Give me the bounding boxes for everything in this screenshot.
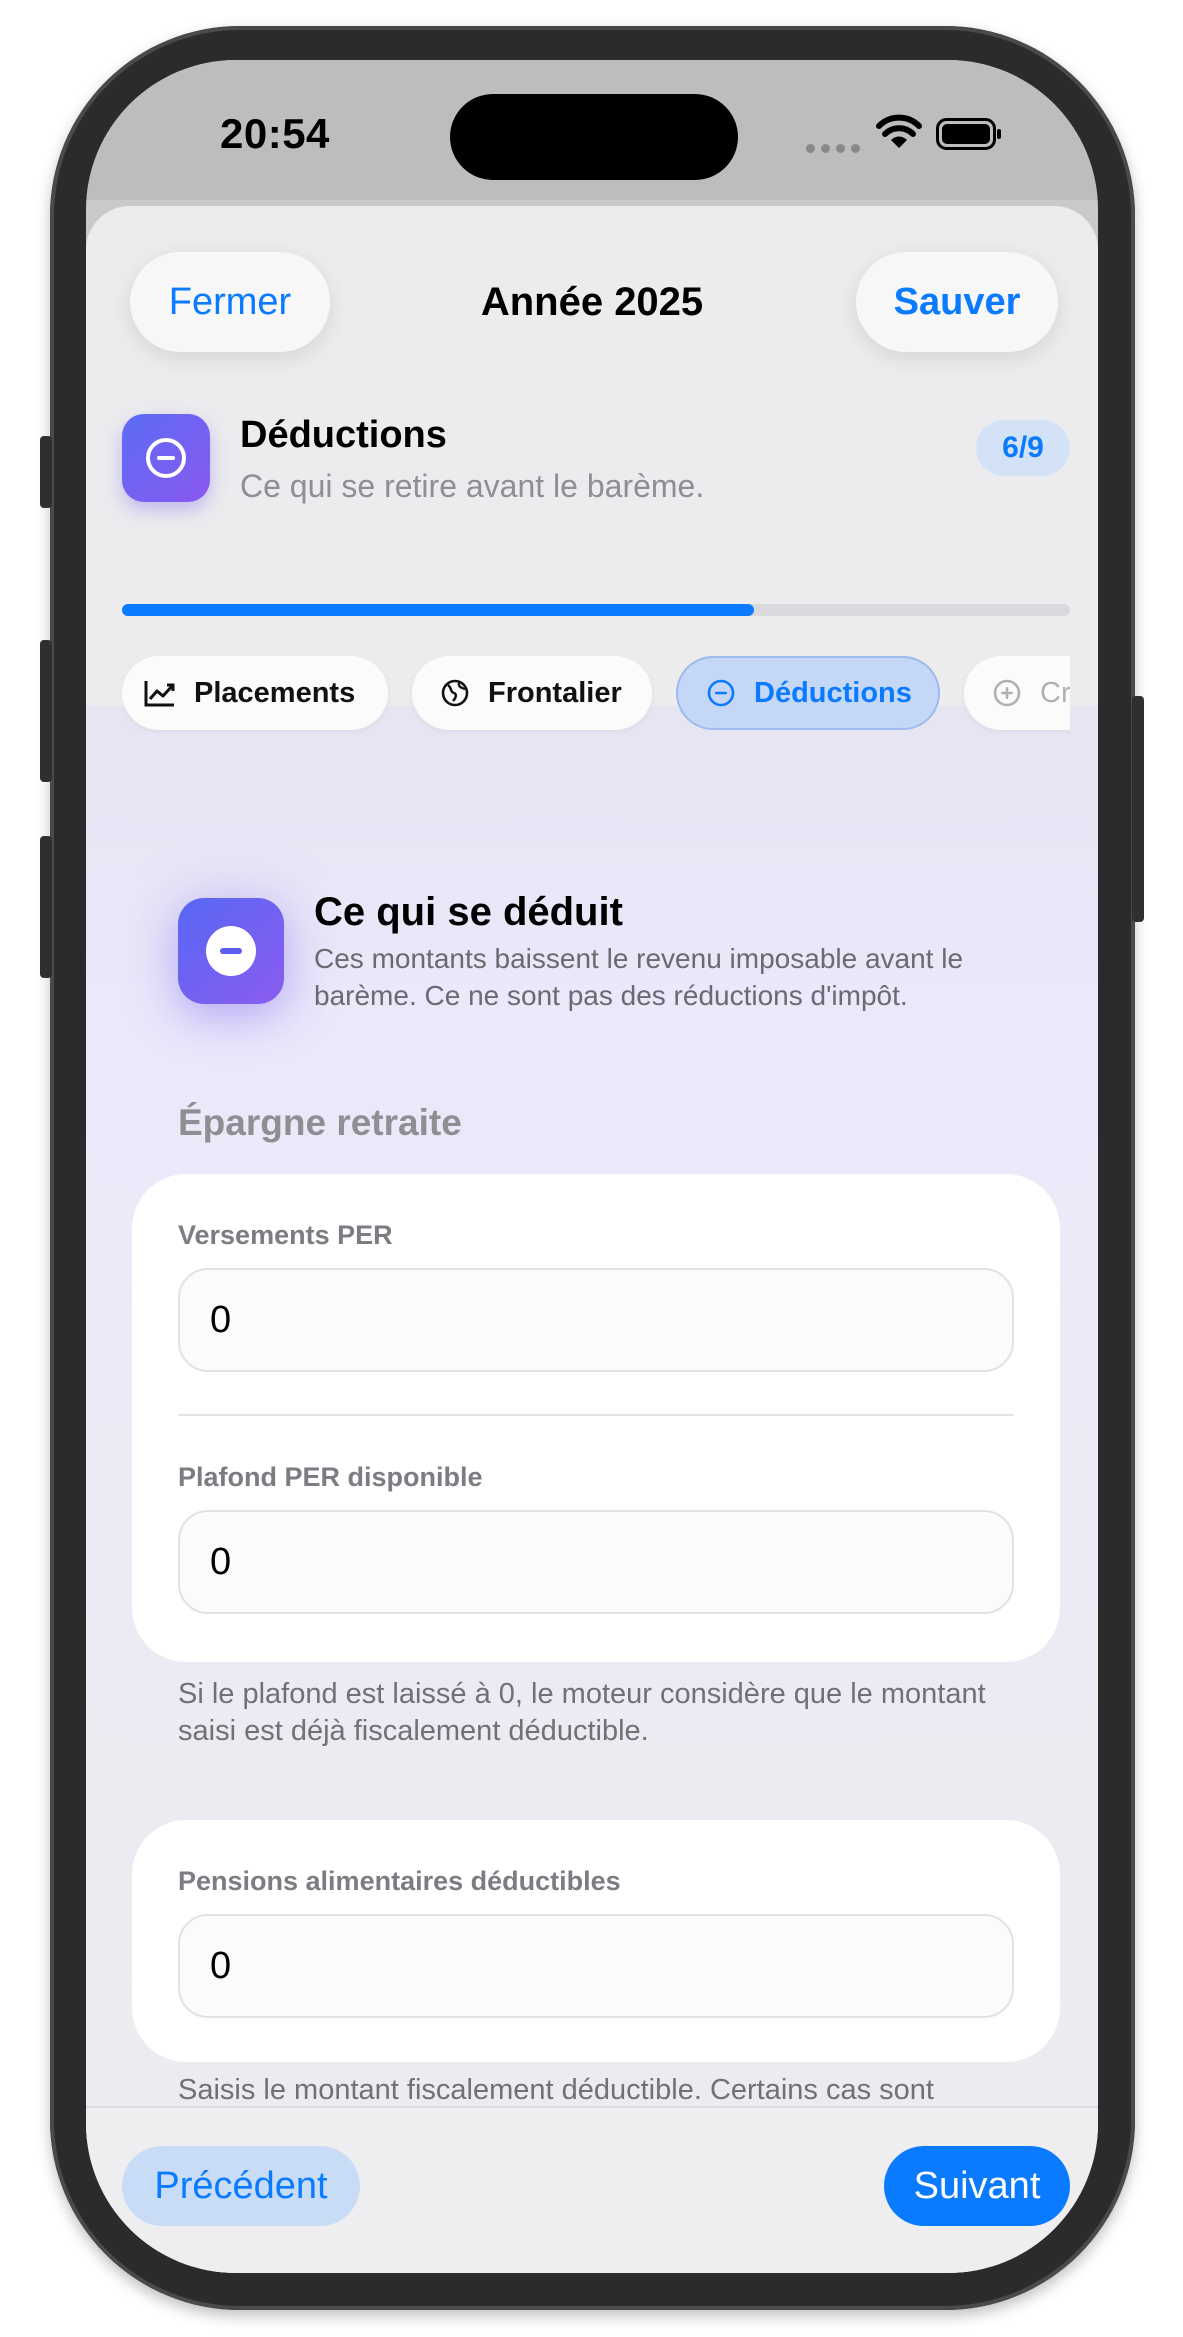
cellular-signal-icon xyxy=(806,144,862,154)
status-bar: 20:54 xyxy=(86,60,1098,200)
retirement-hint: Si le plafond est laissé à 0, le moteur … xyxy=(178,1678,986,1747)
tab-label: Placements xyxy=(194,676,356,709)
tab-frontalier[interactable]: Frontalier xyxy=(412,656,652,730)
step-badge: 6/9 xyxy=(976,420,1070,476)
tab-label: Frontalier xyxy=(488,676,622,709)
side-button-volume-up xyxy=(40,640,52,782)
plus-circle-icon xyxy=(993,679,1021,707)
retirement-card: Versements PER 0 Plafond PER disponible … xyxy=(132,1174,1060,1662)
field-label-per-payments: Versements PER xyxy=(178,1220,393,1250)
alimony-hint: Saisis le montant fiscalement déductible… xyxy=(178,2074,934,2106)
battery-icon xyxy=(936,118,1001,150)
minus-circle-icon xyxy=(122,414,210,502)
per-ceiling-input[interactable]: 0 xyxy=(178,1510,1014,1614)
progress-bar xyxy=(122,604,1070,616)
field-label-per-ceiling: Plafond PER disponible xyxy=(178,1462,483,1492)
tab-deductions[interactable]: Déductions xyxy=(676,656,940,730)
wifi-icon xyxy=(876,114,922,148)
status-time: 20:54 xyxy=(220,110,330,157)
dynamic-island xyxy=(450,94,738,180)
side-button-power xyxy=(1132,696,1144,922)
bottom-navigation: Précédent Suivant xyxy=(86,2106,1098,2273)
modal-sheet: Fermer Année 2025 Sauver Déductions Ce q… xyxy=(86,206,1098,2273)
divider xyxy=(178,1414,1014,1416)
save-button[interactable]: Sauver xyxy=(856,252,1058,352)
chart-icon xyxy=(144,681,175,707)
intro-title: Ce qui se déduit xyxy=(314,890,623,934)
tab-label: Déductions xyxy=(754,676,912,709)
alimony-card: Pensions alimentaires déductibles 0 xyxy=(132,1820,1060,2062)
minus-circle-icon xyxy=(178,898,284,1004)
tab-placements[interactable]: Placements xyxy=(122,656,388,730)
next-button[interactable]: Suivant xyxy=(884,2146,1070,2226)
progress-fill xyxy=(122,604,755,616)
section-subtitle: Ce qui se retire avant le barème. xyxy=(240,468,705,504)
tab-credits[interactable]: Cr xyxy=(964,656,1070,730)
field-label-alimony: Pensions alimentaires déductibles xyxy=(178,1866,621,1896)
previous-button[interactable]: Précédent xyxy=(122,2146,360,2226)
group-label-retirement: Épargne retraite xyxy=(178,1102,462,1143)
per-payments-input[interactable]: 0 xyxy=(178,1268,1014,1372)
alimony-input[interactable]: 0 xyxy=(178,1914,1014,2018)
intro-text: Ces montants baissent le revenu imposabl… xyxy=(314,943,964,1011)
side-button-volume-down xyxy=(40,836,52,978)
step-tabs: Placements Frontalier Déductions Cr xyxy=(122,656,1070,734)
side-button-action xyxy=(40,436,52,508)
globe-icon xyxy=(441,679,469,707)
minus-circle-icon xyxy=(707,679,735,707)
section-title: Déductions xyxy=(240,414,447,456)
tab-label: Cr xyxy=(1040,676,1070,709)
screen: 20:54 Fermer Année 2025 Sauver Déduction… xyxy=(86,60,1098,2273)
